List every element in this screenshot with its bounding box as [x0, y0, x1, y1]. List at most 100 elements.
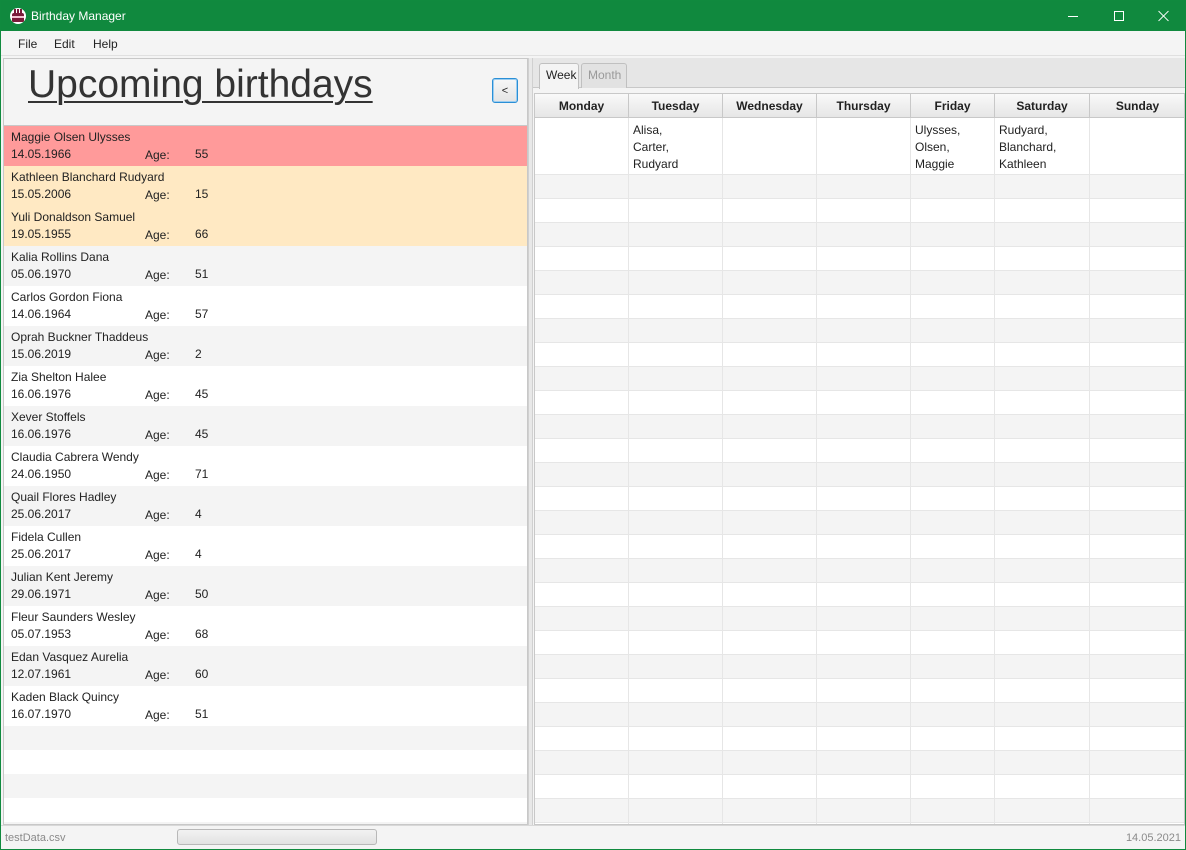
day-header-sunday[interactable]: Sunday	[1090, 94, 1184, 118]
birthday-list[interactable]: Maggie Olsen Ulysses 14.05.1966 Age: 55 Kath…	[4, 125, 527, 824]
tab-week[interactable]: Week	[539, 63, 579, 89]
calendar-empty-row	[535, 727, 1184, 751]
age-label: Age:	[145, 348, 170, 362]
collapse-button[interactable]: <	[492, 78, 518, 103]
list-item[interactable]: Yuli Donaldson Samuel 19.05.1955 Age: 66	[4, 206, 527, 246]
calendar-empty-row	[535, 247, 1184, 271]
column-divider	[722, 118, 723, 824]
calendar-header: Monday Tuesday Wednesday Thursday Friday Satu…	[535, 94, 1184, 118]
age-value: 4	[195, 507, 202, 521]
calendar-empty-row	[535, 415, 1184, 439]
list-item[interactable]: Kathleen Blanchard Rudyard 15.05.2006 Age:…	[4, 166, 527, 206]
age-value: 66	[195, 227, 209, 241]
app-window: Birthday Manager File Edit Help Upcoming…	[0, 0, 1186, 850]
maximize-button[interactable]	[1096, 1, 1142, 31]
list-item[interactable]: Xever Stoffels 16.06.1976 Age: 45	[4, 406, 527, 446]
birth-date: 16.06.1976	[11, 427, 72, 441]
calendar-week-row: Alisa, Carter, Rudyard Ulysses, Olsen, Maggie…	[535, 119, 1184, 175]
list-item[interactable]: Fidela Cullen 25.06.2017 Age: 4	[4, 526, 527, 566]
age-value: 15	[195, 187, 209, 201]
calendar-empty-row	[535, 367, 1184, 391]
person-name: Kathleen Blanchard Rudyard	[11, 170, 165, 184]
person-name: Julian Kent Jeremy	[11, 570, 114, 584]
person-name: Yuli Donaldson Samuel	[11, 210, 136, 224]
list-item[interactable]: Fleur Saunders Wesley 05.07.1953 Age: 68	[4, 606, 527, 646]
age-label: Age:	[145, 268, 170, 282]
birthday-entry-tuesday: Alisa,	[633, 123, 663, 137]
calendar-empty-row	[535, 679, 1184, 703]
person-name: Oprah Buckner Thaddeus	[11, 330, 149, 344]
progress-bar	[177, 829, 377, 845]
menu-help[interactable]: Help	[93, 37, 118, 51]
list-item[interactable]: Kalia Rollins Dana 05.06.1970 Age: 51	[4, 246, 527, 286]
calendar-empty-row	[535, 631, 1184, 655]
empty-list-row	[4, 750, 527, 774]
calendar-empty-row	[535, 391, 1184, 415]
day-header-friday[interactable]: Friday	[911, 94, 995, 118]
birthday-entry-tuesday: Rudyard	[633, 157, 679, 171]
empty-list-row	[4, 798, 527, 822]
calendar-empty-row	[535, 799, 1184, 823]
age-value: 68	[195, 627, 209, 641]
age-value: 55	[195, 147, 209, 161]
birth-date: 29.06.1971	[11, 587, 72, 601]
birthday-entry-friday: Olsen,	[915, 140, 950, 154]
list-item[interactable]: Quail Flores Hadley 25.06.2017 Age: 4	[4, 486, 527, 526]
age-value: 45	[195, 387, 209, 401]
day-header-monday[interactable]: Monday	[535, 94, 629, 118]
close-button[interactable]	[1141, 1, 1186, 31]
person-name: Maggie Olsen Ulysses	[11, 130, 131, 144]
column-divider	[816, 118, 817, 824]
tab-month[interactable]: Month	[581, 63, 627, 88]
birthday-entry-saturday: Kathleen	[999, 157, 1047, 171]
empty-list-row	[4, 774, 527, 798]
list-item[interactable]: Edan Vasquez Aurelia 12.07.1961 Age: 60	[4, 646, 527, 686]
age-label: Age:	[145, 188, 170, 202]
list-item[interactable]: Maggie Olsen Ulysses 14.05.1966 Age: 55	[4, 126, 527, 166]
menu-file[interactable]: File	[18, 37, 37, 51]
calendar-empty-row	[535, 343, 1184, 367]
week-calendar-table: Monday Tuesday Wednesday Thursday Friday Satu…	[534, 93, 1185, 825]
menu-bar: File Edit Help	[1, 31, 1185, 56]
page-title: Upcoming birthdays	[28, 63, 373, 106]
column-divider	[994, 118, 995, 824]
person-name: Kalia Rollins Dana	[11, 250, 110, 264]
birth-date: 05.06.1970	[11, 267, 72, 281]
birth-date: 24.06.1950	[11, 467, 72, 481]
day-header-wednesday[interactable]: Wednesday	[723, 94, 817, 118]
calendar-empty-row	[535, 511, 1184, 535]
birth-date: 15.06.2019	[11, 347, 72, 361]
calendar-empty-row	[535, 319, 1184, 343]
list-item[interactable]: Oprah Buckner Thaddeus 15.06.2019 Age: 2	[4, 326, 527, 366]
list-item[interactable]: Zia Shelton Halee 16.06.1976 Age: 45	[4, 366, 527, 406]
minimize-icon	[1068, 15, 1078, 17]
birth-date: 14.06.1964	[11, 307, 72, 321]
birthday-entry-friday: Maggie	[915, 157, 955, 171]
birth-date: 15.05.2006	[11, 187, 72, 201]
minimize-button[interactable]	[1050, 1, 1096, 31]
column-divider	[628, 118, 629, 824]
age-value: 71	[195, 467, 209, 481]
age-label: Age:	[145, 628, 170, 642]
day-header-saturday[interactable]: Saturday	[995, 94, 1090, 118]
calendar-empty-row	[535, 583, 1184, 607]
birth-date: 05.07.1953	[11, 627, 72, 641]
age-label: Age:	[145, 468, 170, 482]
person-name: Zia Shelton Halee	[11, 370, 107, 384]
status-bar: testData.csv 14.05.2021	[1, 825, 1185, 849]
age-value: 50	[195, 587, 209, 601]
status-filename: testData.csv	[5, 832, 66, 844]
menu-edit[interactable]: Edit	[54, 37, 75, 51]
day-header-thursday[interactable]: Thursday	[817, 94, 911, 118]
age-label: Age:	[145, 508, 170, 522]
calendar-empty-row	[535, 175, 1184, 199]
calendar-empty-row	[535, 775, 1184, 799]
list-item[interactable]: Julian Kent Jeremy 29.06.1971 Age: 50	[4, 566, 527, 606]
age-label: Age:	[145, 308, 170, 322]
calendar-empty-row	[535, 487, 1184, 511]
list-item[interactable]: Carlos Gordon Fiona 14.06.1964 Age: 57	[4, 286, 527, 326]
birth-date: 14.05.1966	[11, 147, 72, 161]
list-item[interactable]: Claudia Cabrera Wendy 24.06.1950 Age: 71	[4, 446, 527, 486]
day-header-tuesday[interactable]: Tuesday	[629, 94, 723, 118]
list-item[interactable]: Kaden Black Quincy 16.07.1970 Age: 51	[4, 686, 527, 726]
